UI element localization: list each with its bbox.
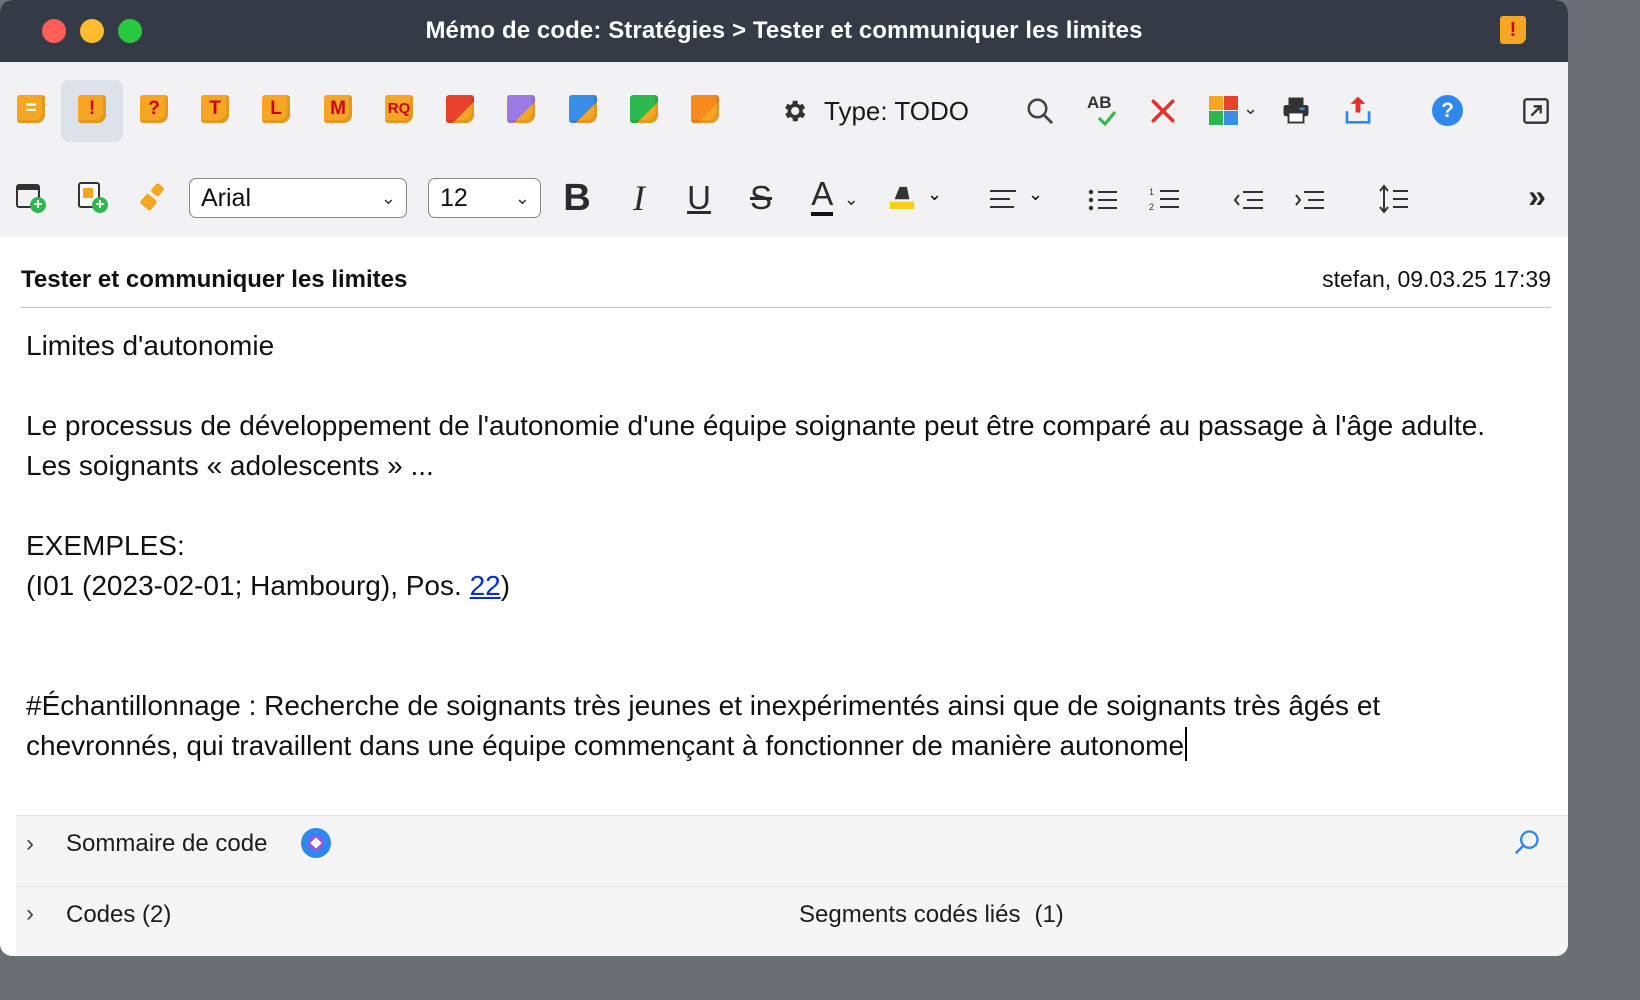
memo-type-label[interactable]: Type: TODO — [824, 96, 969, 127]
delete-icon[interactable] — [1150, 98, 1176, 124]
svg-text:1: 1 — [1149, 187, 1154, 197]
font-size-value: 12 — [440, 184, 468, 212]
linked-segments-label[interactable]: Segments codés liés (1) — [799, 901, 1064, 929]
bold-button[interactable]: B — [560, 178, 594, 218]
memo-literature-icon[interactable]: L — [262, 95, 290, 123]
more-tools-button[interactable]: » — [1522, 178, 1552, 218]
linked-segments-text: Segments codés liés — [799, 901, 1021, 928]
chevron-down-icon: ⌄ — [514, 188, 530, 208]
text-color-label: A — [811, 175, 834, 216]
empty-line — [26, 486, 1536, 526]
segment-link[interactable]: 22 — [470, 570, 501, 601]
highlighter-icon — [889, 186, 915, 210]
linked-segments-count: (1) — [1034, 901, 1064, 928]
chevron-down-icon: ⌄ — [843, 189, 859, 209]
code-summary-panel[interactable]: › Sommaire de code — [16, 815, 1568, 886]
indent-icon[interactable] — [1294, 188, 1326, 212]
paragraph-heading: Limites d'autonomie — [26, 330, 275, 361]
document-header: Tester et communiquer les limites stefan… — [20, 237, 1551, 308]
memo-question-icon[interactable]: ? — [140, 95, 168, 123]
memo-author-date: stefan, 09.03.25 17:39 — [1322, 266, 1551, 292]
toolbar-row-memo-types: =!? T L M RQ Type: TODO AB ⌄ ? — [0, 62, 1568, 160]
help-icon[interactable]: ? — [1432, 95, 1463, 126]
open-external-icon[interactable] — [1522, 97, 1550, 125]
memo-green-icon[interactable] — [630, 95, 658, 123]
numbered-list-icon[interactable]: 12 — [1149, 186, 1181, 212]
bullet-list-icon[interactable] — [1087, 188, 1119, 212]
text-color-button[interactable]: A ⌄ — [808, 175, 862, 218]
font-family-select[interactable]: Arial ⌄ — [189, 178, 407, 218]
memo-type-badge-icon: ! — [1500, 16, 1526, 44]
memo-red-icon[interactable] — [446, 95, 474, 123]
memo-blue-icon[interactable] — [569, 95, 597, 123]
chevron-down-icon[interactable]: ⌄ — [1243, 98, 1258, 119]
add-memo-icon[interactable]: + — [78, 182, 108, 214]
italic-button[interactable]: I — [624, 178, 654, 218]
reference-text: (I01 (2023-02-01; Hambourg), Pos. — [26, 570, 470, 601]
memo-research-question-icon[interactable]: RQ — [385, 95, 413, 123]
paragraph-reference: (I01 (2023-02-01; Hambourg), Pos. 22) — [26, 566, 1536, 606]
ai-assist-icon[interactable] — [301, 828, 331, 858]
memo-purple-icon[interactable] — [507, 95, 535, 123]
search-icon[interactable] — [1513, 828, 1541, 856]
sampling-text: #Échantillonnage : Recherche de soignant… — [26, 690, 1381, 761]
outdent-icon[interactable] — [1233, 188, 1265, 212]
codes-label: Codes (2) — [66, 901, 172, 928]
paragraph-sampling: #Échantillonnage : Recherche de soignant… — [26, 686, 1536, 766]
memo-orange-icon[interactable] — [691, 95, 719, 123]
memo-editor[interactable]: Limites d'autonomie Le processus de déve… — [26, 326, 1536, 766]
print-icon[interactable] — [1281, 95, 1311, 125]
align-button[interactable]: ⌄ — [988, 184, 1046, 216]
underline-button[interactable]: U — [683, 178, 715, 218]
chevron-down-icon: ⌄ — [927, 184, 943, 204]
spellcheck-icon[interactable]: AB — [1087, 94, 1119, 128]
paragraph-examples: EXEMPLES: — [26, 530, 185, 561]
search-icon[interactable] — [1025, 96, 1055, 126]
font-family-value: Arial — [201, 184, 252, 212]
text-cursor — [1185, 727, 1188, 761]
toolbar-row-formatting: + + Arial ⌄ 12 ⌄ B I U S A ⌄ ⌄ ⌄ 1 2 » — [0, 160, 1568, 237]
chevron-right-icon[interactable]: › — [26, 900, 34, 928]
font-size-select[interactable]: 12 ⌄ — [428, 178, 541, 218]
toolbar: =!? T L M RQ Type: TODO AB ⌄ ? + + Arial… — [0, 62, 1568, 237]
export-icon[interactable] — [1343, 94, 1373, 126]
chevron-down-icon: ⌄ — [380, 188, 396, 208]
insert-date-icon[interactable]: + — [16, 182, 46, 214]
codes-panel[interactable]: › Codes (2) Segments codés liés (1) — [16, 886, 1568, 956]
memo-theory-icon[interactable]: T — [201, 95, 229, 123]
paragraph-text: Le processus de développement de l'auton… — [26, 410, 1486, 481]
highlight-color-button[interactable]: ⌄ — [887, 182, 945, 216]
format-painter-icon[interactable] — [138, 182, 168, 214]
memo-important-icon[interactable]: ! — [78, 95, 106, 123]
memo-window: Mémo de code: Stratégies > Tester et com… — [0, 0, 1568, 956]
svg-text:2: 2 — [1149, 202, 1154, 212]
chevron-right-icon[interactable]: › — [26, 830, 34, 858]
puzzle-link-icon[interactable] — [1209, 96, 1239, 126]
reference-suffix: ) — [500, 570, 511, 601]
memo-method-icon[interactable]: M — [324, 95, 352, 123]
memo-title[interactable]: Tester et communiquer les limites — [21, 266, 407, 294]
memo-standard-icon[interactable]: = — [17, 95, 45, 123]
code-summary-label: Sommaire de code — [66, 830, 268, 857]
empty-line — [26, 366, 1536, 406]
align-left-icon — [990, 190, 1016, 208]
window-title: Mémo de code: Stratégies > Tester et com… — [425, 17, 1143, 44]
line-spacing-icon[interactable] — [1378, 184, 1410, 214]
chevron-down-icon: ⌄ — [1028, 184, 1044, 204]
empty-line — [26, 646, 1536, 686]
strikethrough-button[interactable]: S — [745, 178, 777, 218]
empty-line — [26, 606, 1536, 646]
title-bar: Mémo de code: Stratégies > Tester et com… — [0, 0, 1568, 62]
gear-icon[interactable] — [780, 97, 808, 125]
